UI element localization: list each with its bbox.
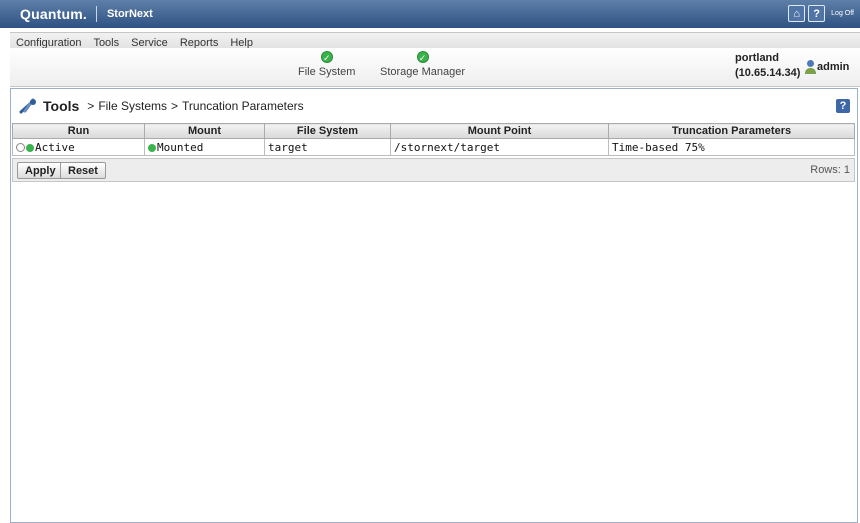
status-label: Storage Manager xyxy=(380,66,465,78)
run-value: Active xyxy=(35,140,75,154)
help-icon[interactable]: ? xyxy=(836,99,850,113)
user-menu[interactable]: admin xyxy=(805,60,849,74)
top-right-controls: ⌂ ? Log Off xyxy=(788,5,854,22)
check-icon: ✓ xyxy=(416,51,429,63)
menu-help[interactable]: Help xyxy=(230,37,253,49)
host-ip: (10.65.14.34) xyxy=(735,67,801,79)
column-mount[interactable]: Mount xyxy=(144,123,265,139)
host-info: portland (10.65.14.34) xyxy=(735,51,800,81)
help-icon[interactable]: ? xyxy=(808,5,826,22)
breadcrumb: Tools > File Systems > Truncation Parame… xyxy=(19,98,304,114)
breadcrumb-separator: > xyxy=(171,99,179,113)
brand-divider xyxy=(95,6,97,22)
status-label: File System xyxy=(298,66,356,78)
column-file-system[interactable]: File System xyxy=(264,123,391,139)
menu-reports[interactable]: Reports xyxy=(180,37,219,49)
breadcrumb-separator: > xyxy=(87,99,95,113)
rows-count: Rows: 1 xyxy=(810,164,850,176)
menu-tools[interactable]: Tools xyxy=(93,37,119,49)
breadcrumb-tools[interactable]: Tools xyxy=(43,98,79,114)
host-name: portland xyxy=(735,52,779,64)
logoff-link[interactable]: Log Off xyxy=(831,10,854,17)
cell-file-system: target xyxy=(264,138,391,156)
column-mount-point[interactable]: Mount Point xyxy=(390,123,609,139)
cell-truncation-parameters: Time-based 75% xyxy=(608,138,855,156)
home-icon[interactable]: ⌂ xyxy=(788,5,806,22)
truncation-table: Run Mount File System Mount Point Trunca… xyxy=(12,123,855,156)
breadcrumb-file-systems[interactable]: File Systems xyxy=(98,99,167,113)
status-bar: ✓ File System ✓ Storage Manager portland… xyxy=(10,48,860,87)
quantum-logo: Quantum. xyxy=(20,6,87,22)
mount-value: Mounted xyxy=(157,140,204,154)
breadcrumb-truncation-parameters: Truncation Parameters xyxy=(182,99,304,113)
status-file-system[interactable]: ✓ File System xyxy=(298,51,355,78)
top-bar: Quantum. StorNext ⌂ ? Log Off xyxy=(0,0,860,28)
active-status-icon xyxy=(26,143,34,152)
user-icon xyxy=(805,60,816,74)
apply-button[interactable]: Apply xyxy=(17,162,64,179)
mounted-status-icon xyxy=(148,143,156,152)
cell-run: Active xyxy=(12,138,145,156)
cell-mount-point: /stornext/target xyxy=(390,138,609,156)
action-bar: Apply Reset Rows: 1 xyxy=(12,158,855,182)
product-name: StorNext xyxy=(106,8,153,20)
reset-button[interactable]: Reset xyxy=(60,162,106,179)
menu-configuration[interactable]: Configuration xyxy=(16,37,81,49)
table-header-row: Run Mount File System Mount Point Trunca… xyxy=(12,123,855,139)
menu-service[interactable]: Service xyxy=(131,37,168,49)
wrench-icon xyxy=(19,98,39,114)
table-row[interactable]: Active Mounted target /stornext/target T… xyxy=(12,138,855,156)
status-storage-manager[interactable]: ✓ Storage Manager xyxy=(380,51,465,78)
column-truncation-parameters[interactable]: Truncation Parameters xyxy=(608,123,855,139)
cell-mount: Mounted xyxy=(144,138,265,156)
column-run[interactable]: Run xyxy=(12,123,145,139)
user-name: admin xyxy=(817,61,850,73)
row-select-radio[interactable] xyxy=(16,143,25,152)
content-panel: Tools > File Systems > Truncation Parame… xyxy=(10,88,858,523)
check-icon: ✓ xyxy=(320,51,333,63)
